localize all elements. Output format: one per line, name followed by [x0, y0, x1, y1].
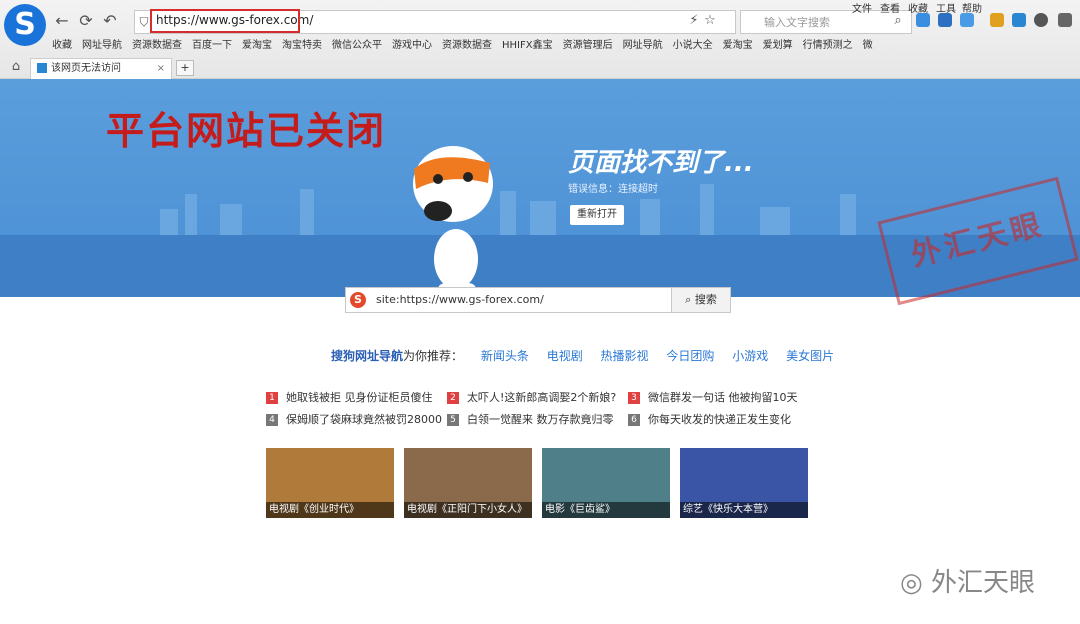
recommend-row: 搜狗网址导航为你推荐： 新闻头条 电视剧 热播影视 今日团购 小游戏 美女图片	[331, 347, 834, 364]
bookmark-item[interactable]: 资源数据查	[132, 36, 182, 54]
bookmark-item[interactable]: 收藏	[52, 36, 72, 54]
rank-badge: 1	[266, 392, 278, 404]
rank-badge: 4	[266, 414, 278, 426]
error-title: 页面找不到了...	[568, 148, 754, 178]
sogou-mascot-dog-icon	[413, 146, 493, 295]
tab-current[interactable]: 该网页无法访问 ×	[30, 58, 172, 79]
sogou-search-input[interactable]: S site:https://www.gs-forex.com/	[345, 287, 673, 313]
bookmark-item[interactable]: 微	[863, 36, 873, 54]
bottom-watermark: ◎ 外汇天眼	[900, 562, 1035, 599]
extension-icon-2[interactable]	[938, 13, 952, 27]
recommend-link[interactable]: 热播影视	[601, 349, 649, 363]
bookmark-item[interactable]: 淘宝特卖	[282, 36, 322, 54]
new-tab-button[interactable]: +	[176, 60, 194, 76]
media-thumbnail[interactable]: 综艺《快乐大本营》	[680, 448, 808, 518]
news-text: 她取钱被拒 见身份证柜员傻住	[286, 391, 433, 404]
news-item[interactable]: 1 她取钱被拒 见身份证柜员傻住	[266, 389, 433, 405]
overlay-headline: 平台网站已关闭	[106, 109, 387, 153]
star-icon[interactable]: ☆	[700, 11, 720, 31]
bookmark-item[interactable]: 爱淘宝	[723, 36, 753, 54]
recommend-link[interactable]: 美女图片	[786, 349, 834, 363]
more-icon[interactable]	[1034, 13, 1048, 27]
bookmark-item[interactable]: 行情预测之	[803, 36, 853, 54]
bookmark-item[interactable]: 资源数据查	[442, 36, 492, 54]
thumbnail-caption: 电视剧《创业时代》	[266, 502, 394, 518]
bookmark-item[interactable]: 网址导航	[82, 36, 122, 54]
browser-chrome: S ← ⟳ ↶ ⛉ https://www.gs-forex.com/ ⚡ ☆ …	[0, 0, 1080, 79]
download-icon[interactable]	[1058, 13, 1072, 27]
extension-icon-3[interactable]	[1012, 13, 1026, 27]
news-text: 你每天收发的快递正发生变化	[648, 413, 791, 426]
key-icon[interactable]	[990, 13, 1004, 27]
news-item[interactable]: 3 微信群发一句话 他被拘留10天	[628, 389, 798, 405]
search-placeholder: 输入文字搜索	[764, 16, 830, 29]
bookmark-item[interactable]: 网址导航	[623, 36, 663, 54]
refresh-icon[interactable]: ⟳	[76, 11, 96, 31]
thumbnail-caption: 电影《巨齿鲨》	[542, 502, 670, 518]
scissors-icon[interactable]	[960, 13, 974, 27]
news-item[interactable]: 5 白领一觉醒来 数万存款竟归零	[447, 411, 614, 427]
extension-icon-1[interactable]	[916, 13, 930, 27]
error-message: 错误信息：连接超时	[568, 184, 658, 195]
tab-strip: ⌂ 该网页无法访问 × +	[0, 57, 1080, 79]
bookmark-item[interactable]: 游戏中心	[392, 36, 432, 54]
bookmark-item[interactable]: 资源管理后	[563, 36, 613, 54]
tab-title: 该网页无法访问	[51, 63, 121, 74]
bookmark-item[interactable]: HHIFX鑫宝	[502, 36, 553, 54]
news-item[interactable]: 2 太吓人!这新郎高调娶2个新娘?	[447, 389, 616, 405]
menu-view[interactable]: 查看	[880, 0, 900, 15]
news-item[interactable]: 6 你每天收发的快递正发生变化	[628, 411, 791, 427]
news-text: 太吓人!这新郎高调娶2个新娘?	[467, 391, 617, 404]
recommend-link[interactable]: 今日团购	[666, 349, 714, 363]
menu-file[interactable]: 文件	[852, 0, 872, 15]
rank-badge: 6	[628, 414, 640, 426]
bookmark-item[interactable]: 小说大全	[673, 36, 713, 54]
watermark-text: 外汇天眼	[930, 568, 1035, 598]
home-icon[interactable]: ⌂	[6, 57, 26, 77]
media-thumbnail[interactable]: 电视剧《正阳门下小女人》	[404, 448, 532, 518]
news-text: 微信群发一句话 他被拘留10天	[648, 391, 798, 404]
back-icon[interactable]: ←	[52, 11, 72, 31]
wechat-icon: ◎	[900, 568, 931, 598]
retry-button[interactable]: 重新打开	[570, 205, 624, 225]
sogou-search-icon: S	[350, 292, 366, 308]
recommend-suffix: 为你推荐：	[403, 349, 464, 363]
search-button-label: 搜索	[694, 293, 717, 306]
thumbnail-caption: 电视剧《正阳门下小女人》	[404, 502, 532, 518]
rank-badge: 2	[447, 392, 459, 404]
bookmark-item[interactable]: 爱划算	[763, 36, 793, 54]
media-thumbnail[interactable]: 电视剧《创业时代》	[266, 448, 394, 518]
recommend-link[interactable]: 小游戏	[732, 349, 768, 363]
search-button[interactable]: ⌕ 搜索	[671, 287, 731, 313]
tab-close-icon[interactable]: ×	[157, 59, 165, 79]
recommend-brand-link[interactable]: 搜狗网址导航	[331, 349, 403, 363]
rank-badge: 5	[447, 414, 459, 426]
rank-badge: 3	[628, 392, 640, 404]
page-favicon-icon	[37, 63, 47, 73]
bookmark-item[interactable]: 微信公众平	[332, 36, 382, 54]
thumbnail-caption: 综艺《快乐大本营》	[680, 502, 808, 518]
search-value: site:https://www.gs-forex.com/	[376, 293, 544, 306]
bookmark-item[interactable]: 百度一下	[192, 36, 232, 54]
sogou-browser-logo[interactable]: S	[4, 4, 46, 46]
bookmark-item[interactable]: 爱淘宝	[242, 36, 272, 54]
bookmark-bar: 收藏 网址导航 资源数据查 百度一下 爱淘宝 淘宝特卖 微信公众平 游戏中心 资…	[52, 36, 883, 54]
recommend-link[interactable]: 电视剧	[547, 349, 583, 363]
magnifier-icon: ⌕	[685, 293, 695, 306]
recommend-link[interactable]: 新闻头条	[481, 349, 529, 363]
undo-icon[interactable]: ↶	[100, 11, 120, 31]
url-highlight-box	[150, 9, 300, 33]
media-thumbnail[interactable]: 电影《巨齿鲨》	[542, 448, 670, 518]
news-item[interactable]: 4 保姆顺了袋麻球竟然被罚28000	[266, 411, 442, 427]
news-text: 白领一觉醒来 数万存款竟归零	[467, 413, 614, 426]
news-text: 保姆顺了袋麻球竟然被罚28000	[286, 413, 442, 426]
